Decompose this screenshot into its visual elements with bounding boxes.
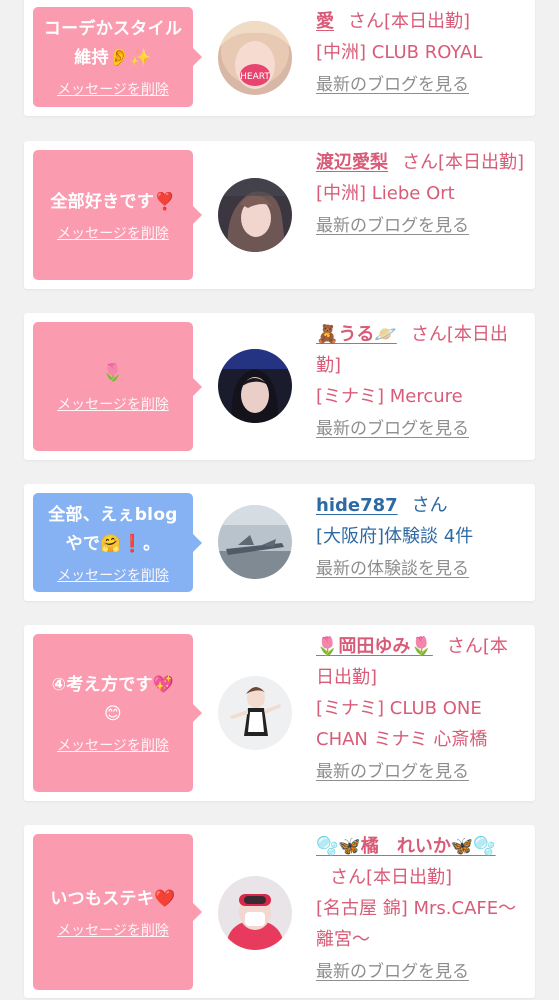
- message-bubble: 全部好きです❣️ メッセージを削除: [33, 150, 202, 280]
- message-card: 全部好きです❣️ メッセージを削除 渡辺愛梨 さん[本日出勤] [中洲] Lieb…: [24, 141, 535, 289]
- shop-name: [ミナミ] Mercure: [316, 386, 463, 407]
- message-card: コーデかスタイル維持👂✨ メッセージを削除 HEART 愛さん[本日出勤] [中…: [24, 0, 535, 116]
- sender-info: 🧸うる🪐 さん[本日出勤] [ミナミ] Mercure 最新のブログを見る: [316, 319, 525, 445]
- sender-name-link[interactable]: hide787: [316, 495, 398, 516]
- message-bubble: コーデかスタイル維持👂✨ メッセージを削除: [33, 7, 202, 107]
- sender-info: 🌷岡田ゆみ🌷 さん[本日出勤] [ミナミ] CLUB ONE CHAN ミナミ 心…: [316, 631, 525, 788]
- sender-info: 渡辺愛梨 さん[本日出勤] [中洲] Liebe Ort 最新のブログを見る: [316, 147, 525, 242]
- message-bubble: いつもステキ❤️ メッセージを削除: [33, 834, 202, 990]
- sender-suffix: さん[本日出勤]: [330, 867, 453, 888]
- avatar-photo: [218, 178, 292, 252]
- message-card: いつもステキ❤️ メッセージを削除 🫧🦋橘 れいか🦋🫧 さん[本日出勤] [名古屋…: [24, 825, 535, 998]
- sender-name-link[interactable]: 愛: [316, 11, 334, 32]
- message-card: 全部、えぇblogやで🤗❗️。 メッセージを削除 hide787 さん [大阪府]…: [24, 484, 535, 601]
- svg-text:HEART: HEART: [240, 72, 270, 82]
- message-card: 🌷 メッセージを削除 🧸うる🪐 さん[本日出勤] [ミナミ] Mercure 最新…: [24, 313, 535, 460]
- avatar-photo: [218, 349, 292, 423]
- avatar[interactable]: [218, 505, 292, 579]
- message-text: コーデかスタイル維持👂✨: [43, 19, 183, 68]
- sender-info: 愛さん[本日出勤] [中洲] CLUB ROYAL 最新のブログを見る: [316, 6, 525, 101]
- sender-name-link[interactable]: 🌷岡田ゆみ🌷: [316, 636, 433, 657]
- shop-name: [名古屋 錦] Mrs.CAFE〜離宮〜: [316, 898, 517, 950]
- avatar[interactable]: [218, 349, 292, 423]
- avatar[interactable]: [218, 676, 292, 750]
- shop-name: [大阪府]体験談 4件: [316, 526, 474, 547]
- sender-name-link[interactable]: 渡辺愛梨: [316, 152, 388, 173]
- sender-name-link[interactable]: 🫧🦋橘 れいか🦋🫧: [316, 836, 496, 857]
- avatar-photo: HEART: [218, 21, 292, 95]
- shop-name: [中洲] CLUB ROYAL: [316, 42, 483, 63]
- avatar[interactable]: HEART: [218, 21, 292, 95]
- delete-message-link[interactable]: メッセージを削除: [57, 735, 169, 755]
- avatar-photo: [218, 505, 292, 579]
- shop-name: [ミナミ] CLUB ONE CHAN ミナミ 心斎橋: [316, 698, 488, 750]
- avatar-photo: [218, 876, 292, 950]
- message-bubble: ④考え方です💖😊 メッセージを削除: [33, 634, 202, 792]
- sender-info: 🫧🦋橘 れいか🦋🫧 さん[本日出勤] [名古屋 錦] Mrs.CAFE〜離宮〜 最…: [316, 831, 525, 988]
- sender-suffix: さん[本日出勤]: [402, 152, 525, 173]
- message-text: いつもステキ❤️: [50, 888, 176, 909]
- delete-message-link[interactable]: メッセージを削除: [57, 79, 169, 99]
- avatar[interactable]: [218, 876, 292, 950]
- latest-blog-link[interactable]: 最新のブログを見る: [316, 70, 525, 101]
- sender-info: hide787 さん [大阪府]体験談 4件 最新の体験談を見る: [316, 490, 525, 585]
- message-text: 全部、えぇblogやで🤗❗️。: [48, 504, 178, 554]
- latest-blog-link[interactable]: 最新のブログを見る: [316, 957, 525, 988]
- message-bubble: 全部、えぇblogやで🤗❗️。 メッセージを削除: [33, 493, 202, 592]
- delete-message-link[interactable]: メッセージを削除: [57, 223, 169, 243]
- avatar[interactable]: [218, 178, 292, 252]
- delete-message-link[interactable]: メッセージを削除: [57, 394, 169, 414]
- message-card: ④考え方です💖😊 メッセージを削除 🌷岡田ゆみ🌷 さん[本日出勤] [ミナミ] C…: [24, 625, 535, 801]
- sender-suffix: さん: [411, 495, 448, 516]
- avatar-photo: [218, 676, 292, 750]
- message-text: 全部好きです❣️: [50, 191, 176, 212]
- shop-name: [中洲] Liebe Ort: [316, 183, 455, 204]
- delete-message-link[interactable]: メッセージを削除: [57, 565, 169, 585]
- message-bubble: 🌷 メッセージを削除: [33, 322, 202, 451]
- message-text: ④考え方です💖😊: [51, 675, 175, 724]
- sender-name-link[interactable]: 🧸うる🪐: [316, 324, 397, 345]
- latest-blog-link[interactable]: 最新のブログを見る: [316, 757, 525, 788]
- message-text: 🌷: [102, 363, 124, 383]
- latest-review-link[interactable]: 最新の体験談を見る: [316, 554, 525, 585]
- sender-suffix: さん[本日出勤]: [348, 11, 471, 32]
- latest-blog-link[interactable]: 最新のブログを見る: [316, 211, 525, 242]
- latest-blog-link[interactable]: 最新のブログを見る: [316, 414, 525, 445]
- delete-message-link[interactable]: メッセージを削除: [57, 920, 169, 940]
